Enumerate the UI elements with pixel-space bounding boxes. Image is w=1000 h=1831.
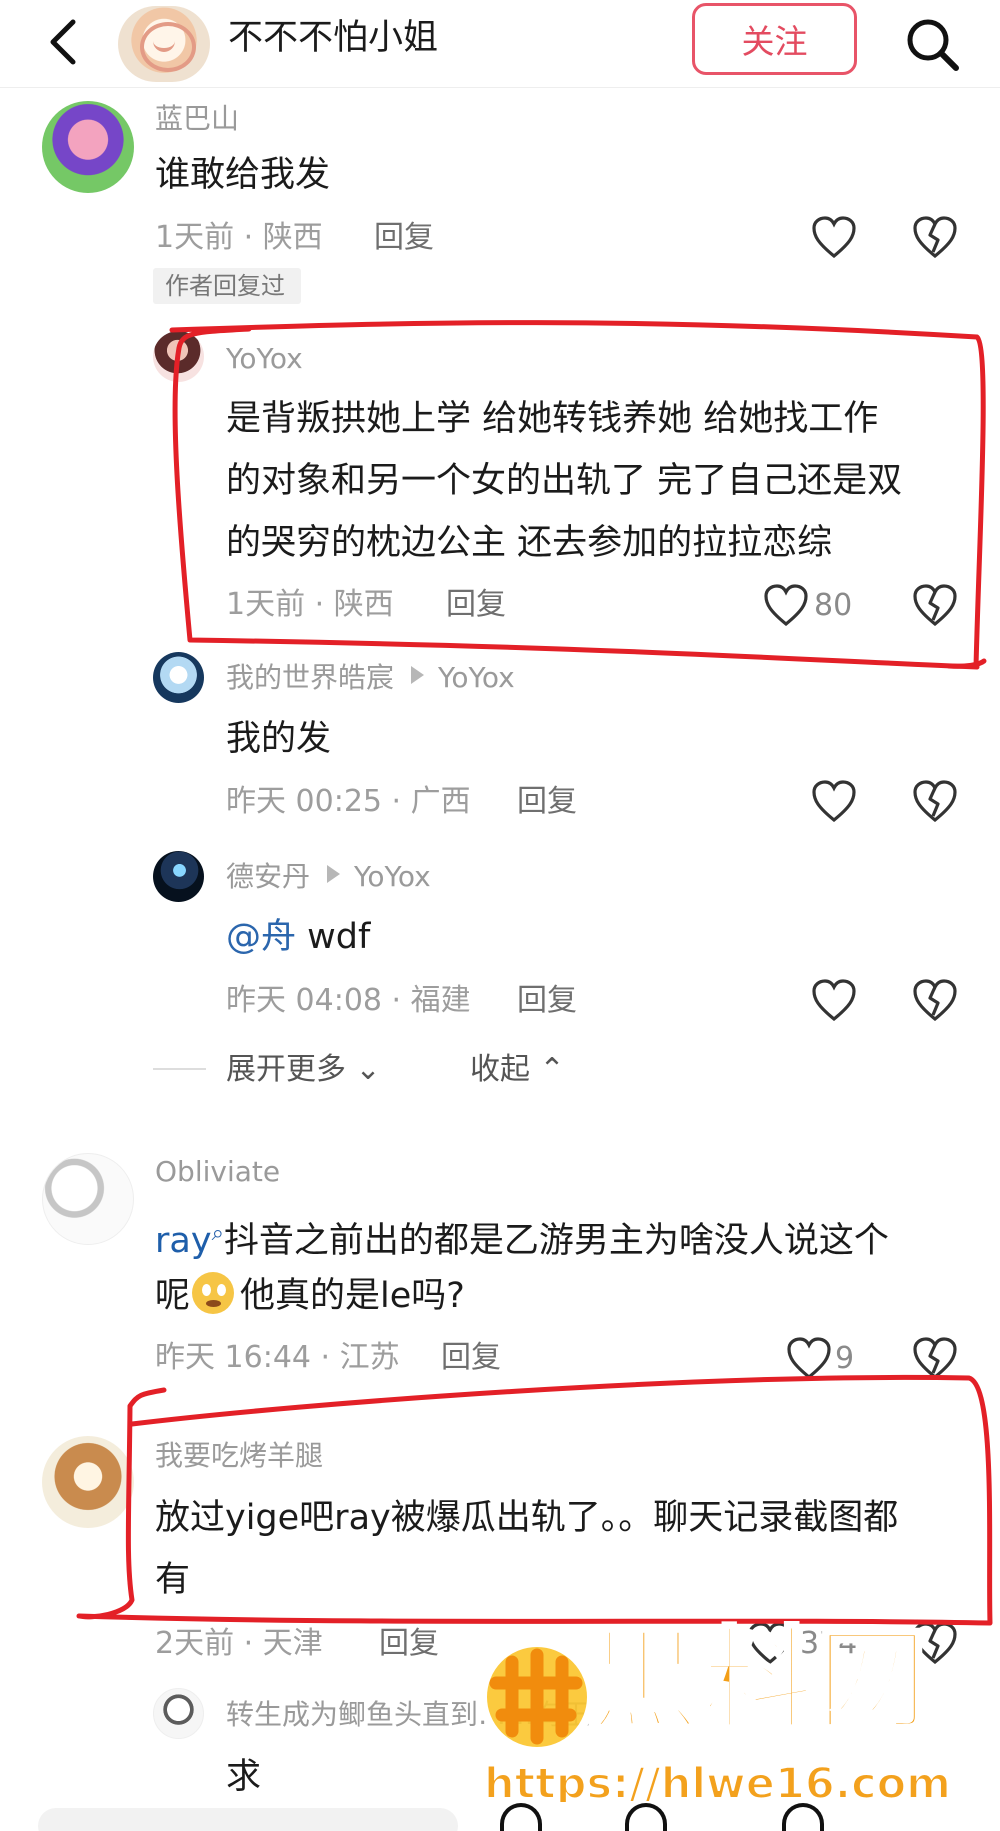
comment-text: 求 <box>226 1757 262 1797</box>
heart-icon[interactable] <box>785 1335 833 1383</box>
reply-button[interactable]: 回复 <box>441 1338 501 1378</box>
comment-text: 的哭穷的枕边公主 还去参加的拉拉恋综 <box>226 523 833 563</box>
comment-username[interactable]: 我的世界皓宸 YoYox <box>226 660 515 696</box>
avatar[interactable] <box>153 851 204 902</box>
mention[interactable]: ray <box>155 1221 212 1261</box>
reply-button[interactable]: 回复 <box>517 981 577 1021</box>
avatar[interactable] <box>153 1688 204 1739</box>
comment-text-fragment: 他真的是le吗? <box>240 1276 465 1316</box>
search-icon: ⌕ <box>211 1221 224 1246</box>
avatar[interactable] <box>153 652 204 703</box>
reply-target[interactable]: YoYox <box>354 860 431 893</box>
comment-text: 我的发 <box>226 719 332 759</box>
broken-heart-icon[interactable] <box>911 1620 959 1668</box>
back-icon <box>50 19 76 65</box>
top-navigation-bar: 不不不怕小姐 关注 <box>0 0 1000 88</box>
reply-button[interactable]: 回复 <box>446 585 506 625</box>
collapse-label: 收起 <box>470 1052 530 1087</box>
comment-username[interactable]: Obliviate <box>155 1154 280 1190</box>
back-button[interactable] <box>38 14 88 70</box>
search-button[interactable] <box>900 12 964 76</box>
comment-text-fragment: wdf <box>296 917 371 957</box>
comment-text: 是背叛拱她上学 给她转钱养她 给她找工作 <box>226 399 879 439</box>
comment-text: 谁敢给我发 <box>155 155 331 195</box>
comment-meta: 1天前 · 陕西 <box>226 587 394 622</box>
like-count: 374 <box>800 1626 858 1661</box>
follow-button[interactable]: 关注 <box>692 3 857 75</box>
reply-button[interactable]: 回复 <box>379 1624 439 1664</box>
broken-heart-icon[interactable] <box>911 582 959 630</box>
reply-button[interactable]: 回复 <box>374 218 434 258</box>
heart-icon[interactable] <box>810 214 858 262</box>
reply-button[interactable]: 回复 <box>517 782 577 822</box>
comment-meta: 2天前 · 天津 <box>155 1626 323 1661</box>
comment-text: 的对象和另一个女的出轨了 完了自己还是双 <box>226 461 903 501</box>
comment-input[interactable] <box>38 1808 458 1831</box>
comment-meta: 昨天 16:44 · 江苏 <box>155 1340 400 1375</box>
comment-text: 呢 他真的是le吗? <box>155 1265 465 1327</box>
broken-heart-icon[interactable] <box>911 778 959 826</box>
comment-username[interactable]: 我要吃烤羊腿 <box>155 1438 323 1474</box>
broken-heart-icon[interactable] <box>911 214 959 262</box>
broken-heart-icon[interactable] <box>911 1335 959 1383</box>
comment-text-fragment: 呢 <box>155 1276 191 1316</box>
avatar[interactable] <box>42 1153 134 1245</box>
crying-emoji-icon <box>192 1272 235 1314</box>
reply-arrow-icon <box>411 666 425 684</box>
like-count: 9 <box>835 1341 855 1376</box>
username-text[interactable]: 我的世界皓宸 <box>226 661 394 694</box>
comment-text: ray⌕抖音之前出的都是乙游男主为啥没人说这个 <box>155 1203 945 1272</box>
search-icon <box>907 19 959 71</box>
reply-arrow-icon <box>327 865 341 883</box>
comment-username[interactable]: YoYox <box>226 341 303 377</box>
heart-icon[interactable] <box>810 778 858 826</box>
expand-more-button[interactable]: 展开更多 ⌄ <box>226 1050 381 1090</box>
profile-name[interactable]: 不不不怕小姐 <box>228 15 438 61</box>
chevron-down-icon: ⌄ <box>346 1052 381 1087</box>
comment-meta: 1天前 · 陕西 <box>155 220 323 255</box>
comment-text: @舟 wdf <box>226 906 370 968</box>
mention[interactable]: @舟 <box>226 917 296 957</box>
heart-icon[interactable] <box>810 977 858 1025</box>
comment-text-fragment: 抖音之前出的都是乙游男主为啥没人说这个 <box>223 1221 889 1261</box>
comment-username[interactable]: 德安丹 YoYox <box>226 859 431 895</box>
comment-text: 放过yige吧ray被爆瓜出轨了。。聊天记录截图都 <box>155 1498 899 1538</box>
expand-more-label: 展开更多 <box>226 1052 346 1087</box>
reply-target[interactable]: YoYox <box>438 661 515 694</box>
comment-meta: 昨天 00:25 · 广西 <box>226 784 471 819</box>
avatar[interactable] <box>42 101 134 193</box>
like-count: 80 <box>814 588 853 623</box>
thread-divider <box>153 1068 206 1070</box>
author-replied-badge: 作者回复过 <box>153 268 301 304</box>
broken-heart-icon[interactable] <box>911 977 959 1025</box>
chevron-up-icon: ⌃ <box>530 1052 565 1087</box>
heart-icon[interactable] <box>746 1620 794 1668</box>
avatar[interactable] <box>153 331 204 382</box>
comment-username[interactable]: 转生成为鲫鱼头直到……海王 <box>226 1697 776 1733</box>
avatar[interactable] <box>42 1436 134 1528</box>
username-text[interactable]: 德安丹 <box>226 860 310 893</box>
heart-icon[interactable] <box>762 582 810 630</box>
comment-username[interactable]: 蓝巴山 <box>155 101 239 137</box>
profile-avatar[interactable] <box>118 6 210 82</box>
comment-meta: 昨天 04:08 · 福建 <box>226 983 471 1018</box>
collapse-button[interactable]: 收起 ⌃ <box>470 1050 565 1090</box>
comment-text: 有 <box>155 1560 191 1600</box>
